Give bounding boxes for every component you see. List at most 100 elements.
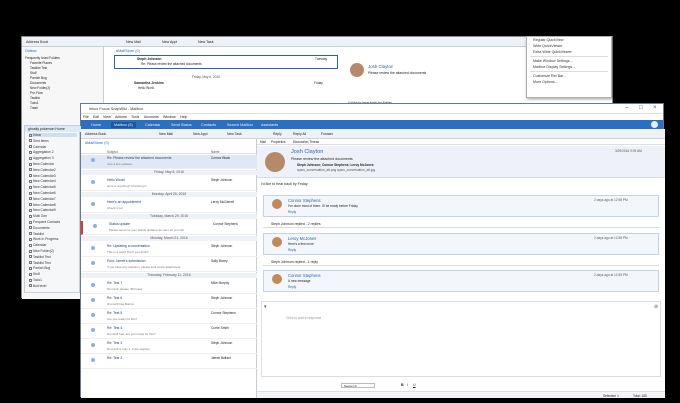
back-toolbar-new-task[interactable]: New Task — [198, 40, 214, 44]
tab-mail[interactable]: Mail — [260, 140, 266, 144]
menu-edit[interactable]: Edit — [93, 115, 99, 119]
folder-item[interactable]: Multi Gen — [29, 214, 47, 218]
folder-item[interactable]: New Calendar — [29, 162, 54, 166]
message-row[interactable]: Re: Test 5 Are you ready for this? Connor … — [81, 310, 257, 324]
back-nav-item[interactable]: Trash — [30, 106, 38, 110]
back-nav-item[interactable]: Documents — [30, 81, 46, 85]
menu-actions[interactable]: Actions — [115, 115, 127, 119]
back-nav-item[interactable]: Favorite Places — [30, 61, 52, 65]
compose-area[interactable]: ▾ Click to add a response ⊘ — [261, 301, 661, 377]
back-toolbar-new-appt[interactable]: New Appt — [162, 40, 177, 44]
folder-item[interactable]: Work In Progress — [29, 237, 58, 241]
thread-reply-summary[interactable]: Steph Johnson replied - 1 reply — [263, 259, 659, 266]
folder-item[interactable]: Calendar — [29, 145, 46, 149]
folder-item[interactable]: New Calendar2 — [29, 168, 56, 172]
menu-window[interactable]: Window — [163, 115, 176, 119]
message-row[interactable]: Re: Test 2 Jarrett Ballard — [81, 355, 257, 369]
message-row[interactable]: Status update Please send me your status … — [81, 221, 257, 235]
compose-placeholder[interactable]: Click to add a response — [286, 316, 321, 320]
toolbar-new-task[interactable]: New Task — [227, 132, 242, 136]
comment-reply-link[interactable]: Reply — [288, 210, 296, 214]
menu-help[interactable]: Help — [180, 115, 187, 119]
folder-item[interactable]: Calendar — [29, 243, 46, 247]
toolbar-new-appt[interactable]: New Appt — [193, 132, 208, 136]
message-row[interactable]: Here's an appointment Check it out Leroy M… — [81, 199, 257, 213]
menu-item-extra-wide[interactable]: Extra Wide QuickViewer — [527, 49, 611, 55]
menu-view[interactable]: View — [103, 115, 111, 119]
folder-item[interactable]: Documents — [29, 226, 50, 230]
back-nav-item[interactable]: Tasklist — [30, 96, 40, 100]
back-list-selected-row[interactable]: Steph Johnson Re: Please review the atta… — [114, 55, 338, 69]
settings-gear-icon[interactable] — [651, 121, 658, 128]
folder-item[interactable]: Inbox — [29, 133, 77, 138]
folder-item[interactable]: Sent Items — [29, 139, 49, 143]
comment-reply-link[interactable]: Reply — [288, 248, 296, 252]
back-row-sender[interactable]: Samantha Jenkins — [134, 81, 164, 85]
minimize-icon[interactable]: – — [625, 105, 628, 111]
commenter-name[interactable]: Connor Stephens — [288, 198, 321, 203]
menu-file[interactable]: File — [83, 115, 89, 119]
menu-accounts[interactable]: Accounts — [144, 115, 159, 119]
message-attachments[interactable]: spam_conversation_att.png spam_conversat… — [297, 168, 375, 172]
thread-reply-summary[interactable]: Steph Johnson replied - 2 replies — [263, 221, 659, 228]
folder-item[interactable]: Tasklist Test — [29, 261, 51, 265]
bold-icon[interactable]: B — [401, 383, 404, 387]
back-nav-item[interactable]: Tasklist Test — [30, 66, 47, 70]
commenter-name[interactable]: Connor Stephens — [288, 273, 321, 278]
attach-icon[interactable]: ⊘ — [654, 304, 658, 310]
back-nav-item[interactable]: Todo1 — [30, 101, 39, 105]
tab-mailbox[interactable]: Mailbox (5) — [111, 122, 136, 128]
back-nav-header[interactable]: Outbox — [25, 49, 37, 53]
tab-assistants[interactable]: Assistants — [261, 122, 278, 128]
tab-home[interactable]: Home — [91, 122, 101, 128]
folder-item[interactable]: Tasklist — [29, 232, 44, 236]
comment-reply-link[interactable]: Reply — [288, 285, 296, 289]
message-row[interactable]: Re: Test 7 Drumroll, please. Bill knew Mik… — [81, 280, 257, 294]
back-toolbar-address-book[interactable]: Address Book — [26, 40, 48, 44]
menu-item-more-options[interactable]: More Options... — [527, 79, 611, 85]
message-row[interactable]: Re: Please review the attached documents… — [81, 155, 257, 169]
menu-item-display-settings[interactable]: Mailbox Display Settings... — [527, 64, 611, 70]
back-nav-item[interactable]: Pre-Flow — [30, 91, 43, 95]
folder-item[interactable]: New Calendar4 — [29, 179, 56, 183]
folder-item[interactable]: Aggregation 2 — [29, 150, 54, 154]
folder-item[interactable]: New Calendar5 — [29, 185, 56, 189]
tab-search-mailbox[interactable]: Search Mailbox — [227, 122, 253, 128]
folder-item[interactable]: Tasklist Test — [29, 255, 51, 259]
column-name[interactable]: Name — [211, 150, 220, 154]
folder-pane-header[interactable]: ghostly pokemon Home — [25, 126, 81, 132]
sender-name[interactable]: Josh Clayton — [291, 149, 323, 155]
close-icon[interactable]: × — [653, 105, 657, 111]
reply-all-button[interactable]: Reply All — [293, 132, 306, 136]
maximize-icon[interactable]: □ — [639, 105, 643, 111]
back-nav-item[interactable]: Stuff — [30, 71, 37, 75]
font-family-select[interactable]: Segoe UI — [341, 383, 375, 388]
folder-item[interactable]: Todo1 — [29, 278, 42, 282]
folder-item[interactable]: New Calendar7 — [29, 197, 56, 201]
thread-comment[interactable]: Leroy McJones Here's a few more Reply 2 … — [263, 233, 659, 255]
toolbar-address-book[interactable]: Address Book — [85, 132, 106, 136]
folder-item[interactable]: Frequent Contacts — [29, 220, 60, 224]
folder-item[interactable]: New Folder(2) — [29, 249, 54, 253]
toolbar-new-mail[interactable]: New Mail — [159, 132, 173, 136]
thread-comment[interactable]: Connor Stephens A new message Reply 2 da… — [263, 270, 659, 292]
folder-item[interactable]: Aggregation 3 — [29, 156, 54, 160]
folder-item[interactable]: New Calendar8 — [29, 203, 56, 207]
underline-icon[interactable]: U — [413, 383, 416, 387]
back-nav-item[interactable]: Parrish Bug — [30, 76, 47, 80]
back-toolbar-new-mail[interactable]: New Mail — [126, 40, 141, 44]
message-row[interactable]: Re: Test 4 Drumroll has, are you ready fo… — [81, 325, 257, 339]
back-nav-item[interactable]: Frequently Used Folders — [25, 56, 60, 60]
forward-button[interactable]: Forward — [321, 132, 333, 136]
back-nav-item[interactable]: New Folder(2) — [30, 86, 50, 90]
reply-button[interactable]: Reply — [273, 132, 282, 136]
folder-item[interactable]: New Calendar3 — [29, 174, 56, 178]
tab-contacts[interactable]: Contacts — [201, 122, 216, 128]
message-row[interactable]: Hello World Here is anything? Checking in… — [81, 177, 257, 191]
message-row[interactable]: Re: Test 3 Drumroll is only 1, 2 are step… — [81, 340, 257, 354]
folder-item[interactable]: New Calendar9 — [29, 208, 56, 212]
tab-properties[interactable]: Properties — [271, 140, 286, 144]
message-row[interactable]: Post: Jarrett's submission If you have an… — [81, 258, 257, 272]
message-row[interactable]: Re: Updating a conversation This is a rep… — [81, 243, 257, 257]
column-subject[interactable]: Subject — [107, 150, 118, 154]
